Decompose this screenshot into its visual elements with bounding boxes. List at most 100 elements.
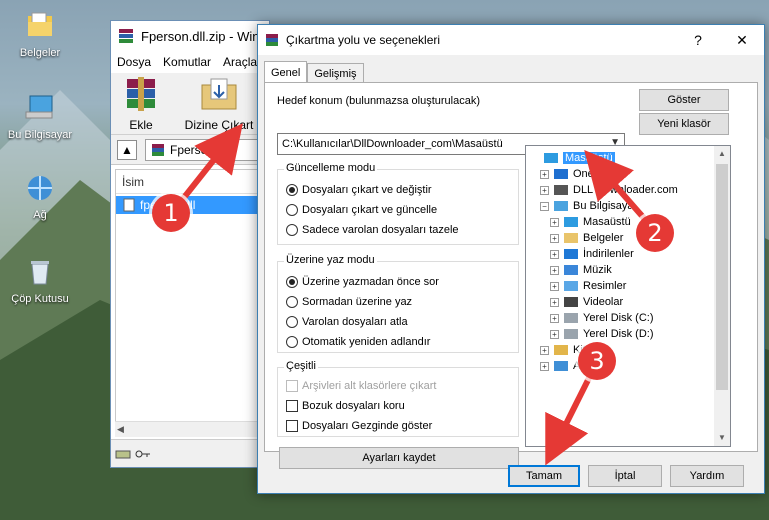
- extraction-dialog: Çıkartma yolu ve seçenekleri ? ✕ Genel G…: [257, 24, 765, 494]
- tree-item[interactable]: + OneD: [540, 166, 602, 182]
- tree-item-label: Masaüstü: [563, 152, 615, 164]
- desktop-icon-network[interactable]: Ağ: [4, 172, 76, 221]
- scroll-thumb[interactable]: [716, 164, 728, 390]
- help-button[interactable]: Yardım: [670, 465, 744, 487]
- checkbox-label: Arşivleri alt klasörlere çıkart: [302, 380, 437, 392]
- expand-icon[interactable]: +: [540, 345, 549, 355]
- tree-item-label: Müzik: [583, 264, 612, 276]
- expand-icon[interactable]: +: [540, 169, 549, 179]
- callout-3: 3: [578, 342, 616, 380]
- close-button[interactable]: ✕: [720, 25, 764, 55]
- expand-icon[interactable]: +: [550, 329, 559, 339]
- checkbox-keep-broken-files[interactable]: Bozuk dosyaları koru: [286, 400, 405, 412]
- tree-item[interactable]: + Masaüstü: [550, 214, 631, 230]
- winrar-icon: [119, 29, 133, 43]
- desktop-icon: [564, 217, 578, 227]
- computer-icon: [554, 201, 568, 211]
- radio-skip-existing[interactable]: Varolan dosyaları atla: [286, 316, 408, 328]
- help-title-button[interactable]: ?: [676, 25, 720, 55]
- up-folder-button[interactable]: ▲: [117, 139, 137, 160]
- expand-icon[interactable]: +: [550, 281, 559, 291]
- expand-icon[interactable]: +: [550, 297, 559, 307]
- scroll-up-icon[interactable]: ▲: [714, 146, 730, 162]
- winrar-window: Fperson.dll.zip - Win Dosya Komutlar Ara…: [110, 20, 270, 468]
- menu-komutlar[interactable]: Komutlar: [163, 55, 211, 69]
- desktop-icon-recycle-bin[interactable]: Çöp Kutusu: [4, 256, 76, 305]
- collapse-icon[interactable]: −: [540, 201, 549, 211]
- expand-icon[interactable]: +: [550, 313, 559, 323]
- radio-label: Dosyaları çıkart ve değiştir: [302, 184, 432, 196]
- archive-file-list[interactable]: İsim fperson.dll: [115, 169, 269, 437]
- column-header-name[interactable]: İsim: [116, 170, 268, 194]
- radio-extract-update[interactable]: Dosyaları çıkart ve güncelle: [286, 204, 437, 216]
- winrar-small-icon: [152, 143, 164, 156]
- drive-icon: [115, 450, 131, 458]
- expand-icon[interactable]: +: [540, 185, 549, 195]
- scroll-down-icon[interactable]: ▼: [714, 430, 730, 446]
- expand-icon[interactable]: +: [540, 361, 549, 371]
- tree-item-label: Masaüstü: [583, 216, 631, 228]
- menu-araclar[interactable]: Araçla: [223, 55, 257, 69]
- tab-genel[interactable]: Genel: [264, 61, 308, 83]
- extract-to-button[interactable]: Dizine Çıkart: [171, 75, 267, 132]
- misc-title: Çeşitli: [284, 360, 318, 372]
- tree-item[interactable]: Masaüstü: [530, 150, 615, 166]
- radio-ask-before-overwrite[interactable]: Üzerine yazmadan önce sor: [286, 276, 439, 288]
- winrar-toolbar: Ekle Dizine Çıkart: [111, 73, 269, 135]
- winrar-titlebar[interactable]: Fperson.dll.zip - Win: [111, 21, 269, 51]
- radio-selected-icon: [286, 276, 298, 288]
- checkbox-icon: [286, 420, 298, 432]
- tree-item[interactable]: + Resimler: [550, 278, 626, 294]
- radio-selected-icon: [286, 184, 298, 196]
- tree-item[interactable]: + Belgeler: [550, 230, 623, 246]
- winrar-title: Fperson.dll.zip - Win: [141, 28, 260, 44]
- new-folder-button[interactable]: Yeni klasör: [639, 113, 729, 135]
- tree-item[interactable]: + Müzik: [550, 262, 612, 278]
- folder-tree[interactable]: Masaüstü + OneD + DLL Downloader.com − Bu Bilg…: [525, 145, 731, 447]
- add-button[interactable]: Ekle: [111, 75, 171, 132]
- checkbox-label: Dosyaları Gezginde göster: [302, 420, 433, 432]
- dialog-titlebar[interactable]: Çıkartma yolu ve seçenekleri ? ✕: [258, 25, 764, 55]
- tree-vertical-scrollbar[interactable]: ▲ ▼: [714, 146, 730, 446]
- tree-item[interactable]: + DLL Downloader.com: [540, 182, 678, 198]
- tab-gelismis[interactable]: Gelişmiş: [307, 63, 364, 83]
- table-row[interactable]: fperson.dll: [116, 196, 268, 214]
- expand-icon[interactable]: +: [550, 233, 559, 243]
- up-arrow-icon: ▲: [121, 142, 133, 157]
- checkbox-show-in-explorer[interactable]: Dosyaları Gezginde göster: [286, 420, 432, 432]
- ok-button[interactable]: Tamam: [508, 465, 580, 487]
- save-settings-button[interactable]: Ayarları kaydet: [279, 447, 519, 469]
- tree-item[interactable]: + Yerel Disk (C:): [550, 310, 654, 326]
- desktop-icon-label: Belgeler: [19, 47, 61, 59]
- radio-extract-replace[interactable]: Dosyaları çıkart ve değiştir: [286, 184, 432, 196]
- radio-overwrite-without-prompt[interactable]: Sormadan üzerine yaz: [286, 296, 412, 308]
- archive-path-text: Fperson.dll: [170, 142, 230, 157]
- tree-item[interactable]: − Bu Bilgisaya: [540, 198, 634, 214]
- checkbox-label: Bozuk dosyaları koru: [302, 400, 405, 412]
- tree-item-label: DLL Downloader.com: [573, 184, 678, 196]
- expand-icon[interactable]: +: [550, 265, 559, 275]
- tree-item[interactable]: + Videolar: [550, 294, 623, 310]
- archive-path-field[interactable]: Fperson.dll: [145, 138, 269, 161]
- menu-dosya[interactable]: Dosya: [117, 55, 151, 69]
- radio-auto-rename[interactable]: Otomatik yeniden adlandır: [286, 336, 430, 348]
- checkbox-extract-to-subfolders[interactable]: Arşivleri alt klasörlere çıkart: [286, 380, 436, 392]
- tree-item-label: Bu Bilgisaya: [573, 200, 634, 212]
- overwrite-mode-group: Üzerine yaz modu Üzerine yazmadan önce s…: [277, 254, 519, 353]
- update-mode-title: Güncelleme modu: [284, 162, 378, 174]
- tree-item[interactable]: + İndirilenler: [550, 246, 634, 262]
- show-button[interactable]: Göster: [639, 89, 729, 111]
- tree-item[interactable]: + Yerel Disk (D:): [550, 326, 654, 342]
- expand-icon[interactable]: +: [550, 217, 559, 227]
- radio-freshen-existing[interactable]: Sadece varolan dosyaları tazele: [286, 224, 459, 236]
- horizontal-scrollbar[interactable]: ◀: [115, 421, 269, 437]
- destination-path-value: C:\Kullanıcılar\DllDownloader_com\Masaüs…: [282, 138, 503, 150]
- desktop-icon-computer[interactable]: Bu Bilgisayar: [4, 92, 76, 141]
- videos-icon: [564, 297, 578, 307]
- cancel-button[interactable]: İptal: [588, 465, 662, 487]
- extract-to-label: Dizine Çıkart: [184, 118, 254, 132]
- desktop-icon-documents[interactable]: Belgeler: [4, 10, 76, 59]
- expand-icon[interactable]: +: [550, 249, 559, 259]
- radio-icon: [286, 336, 298, 348]
- tree-item-label: İndirilenler: [583, 248, 634, 260]
